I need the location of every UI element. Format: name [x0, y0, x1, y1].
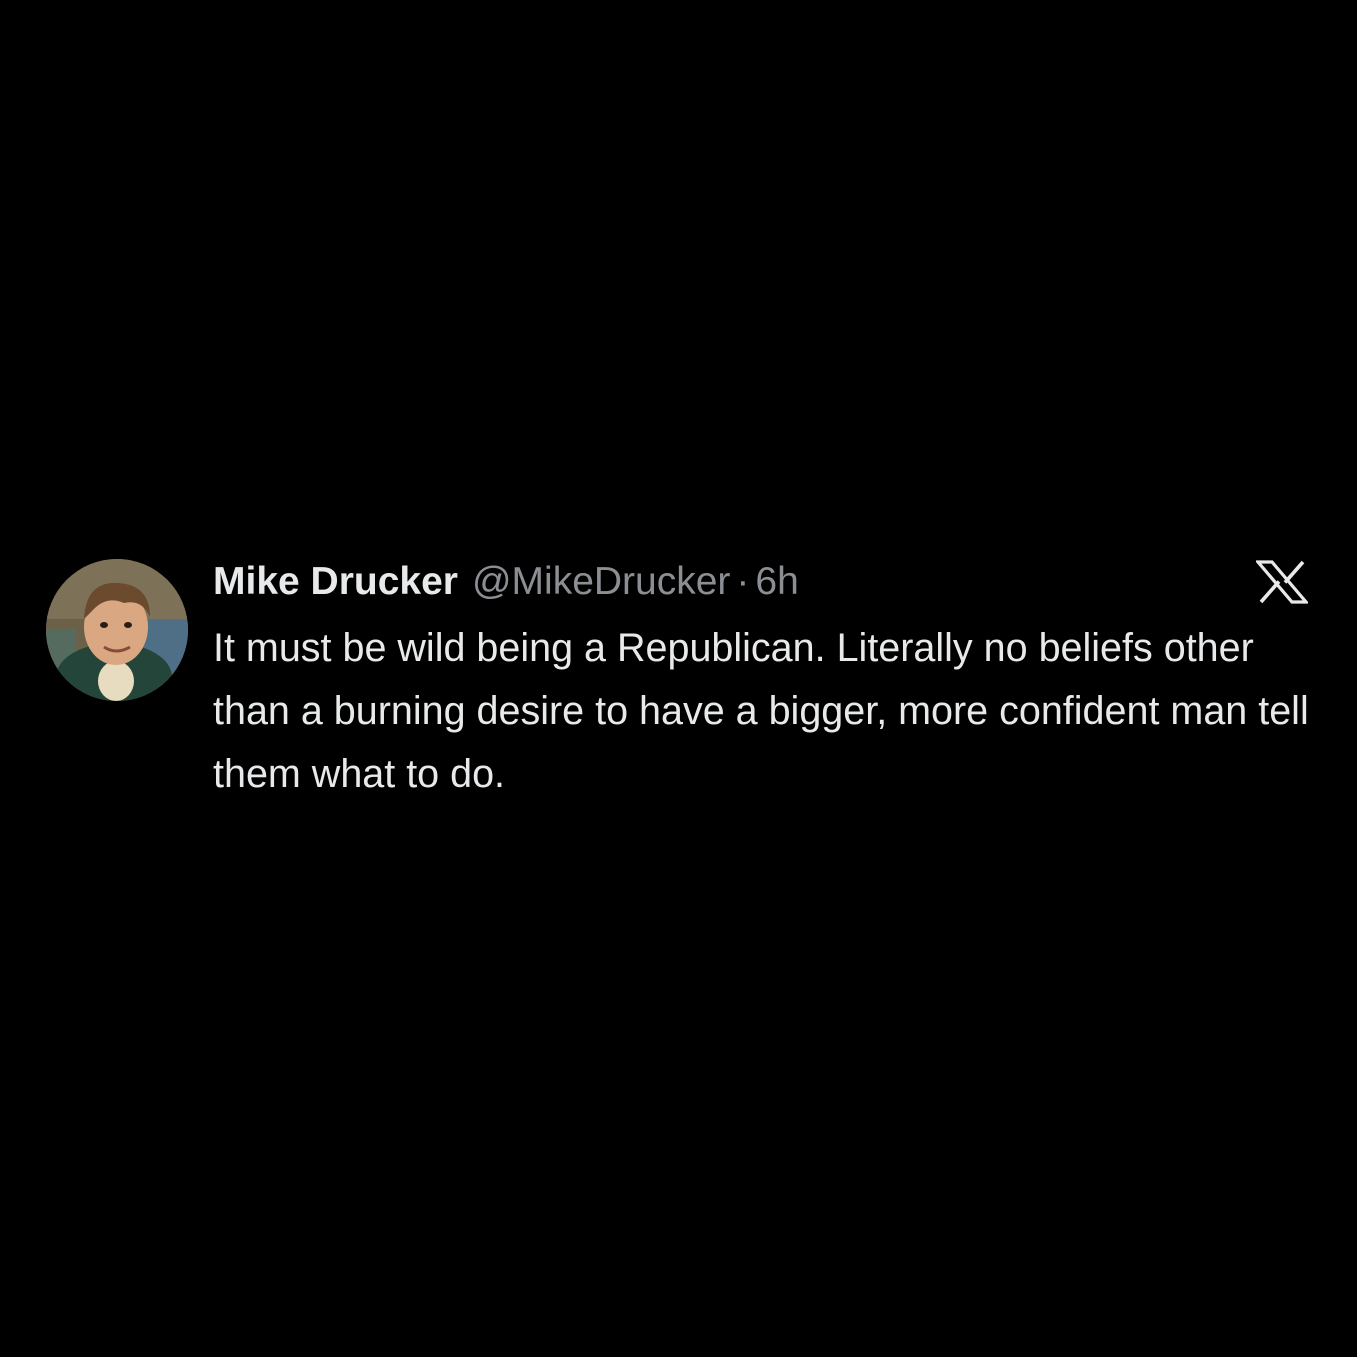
tweet-text: It must be wild being a Republican. Lite… [213, 626, 1309, 796]
separator-dot: · [736, 560, 750, 603]
tweet-card: Mike Drucker @MikeDrucker · 6h It must b… [0, 0, 1357, 1357]
user-handle[interactable]: @MikeDrucker [472, 556, 730, 608]
x-logo-icon [1254, 560, 1310, 604]
tweet-header: Mike Drucker @MikeDrucker · 6h [213, 556, 799, 608]
avatar-photo [46, 559, 188, 701]
timestamp[interactable]: 6h [755, 556, 798, 608]
avatar[interactable] [46, 559, 188, 701]
display-name[interactable]: Mike Drucker [213, 556, 458, 608]
